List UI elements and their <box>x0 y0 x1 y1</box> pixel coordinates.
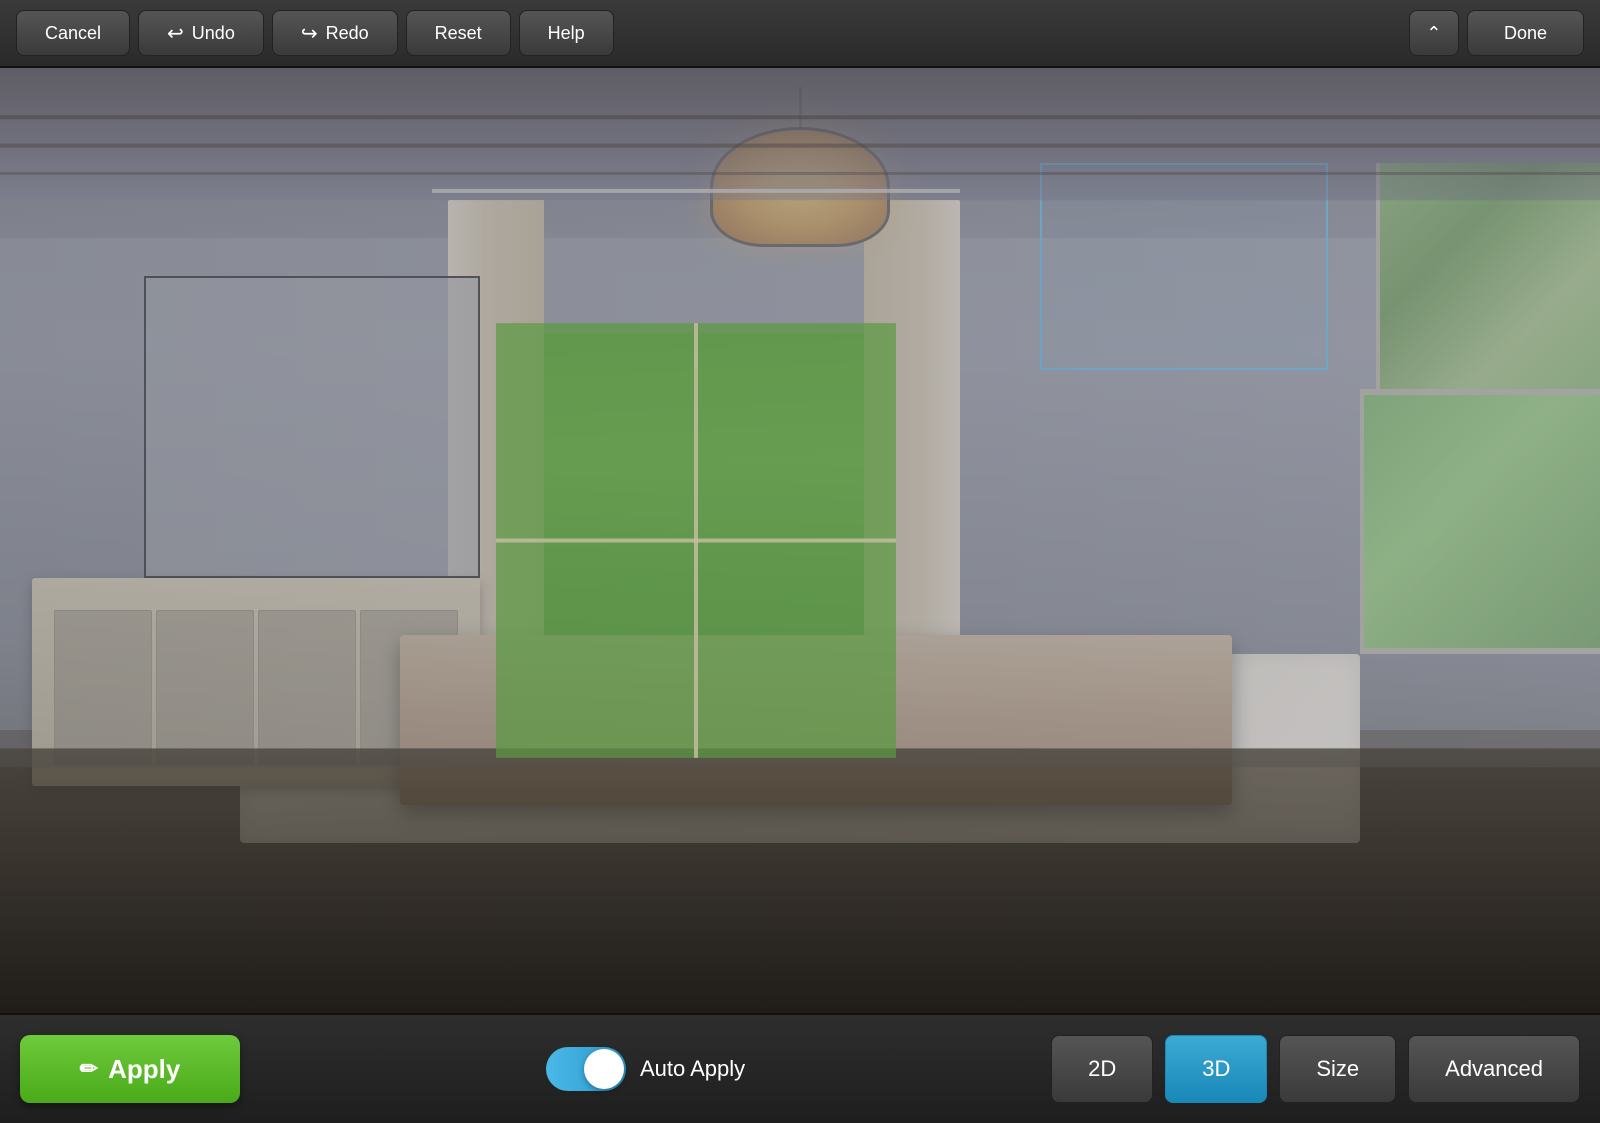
scene-area[interactable] <box>0 68 1600 1013</box>
help-button[interactable]: Help <box>519 10 614 56</box>
mode-3d-label: 3D <box>1202 1056 1230 1082</box>
cancel-label: Cancel <box>45 23 101 44</box>
cabinet-door-2 <box>156 610 254 766</box>
auto-apply-label: Auto Apply <box>640 1056 745 1082</box>
reset-button[interactable]: Reset <box>406 10 511 56</box>
redo-button[interactable]: ↪ Redo <box>272 10 398 56</box>
chandelier <box>710 87 890 247</box>
mode-2d-button[interactable]: 2D <box>1051 1035 1153 1103</box>
chevron-up-icon: ⌃ <box>1426 23 1441 44</box>
blue-selection-overlay[interactable] <box>1040 163 1328 371</box>
top-toolbar: Cancel ↩ Undo ↪ Redo Reset Help ⌃ Done <box>0 0 1600 68</box>
undo-label: Undo <box>192 23 235 44</box>
undo-button[interactable]: ↩ Undo <box>138 10 264 56</box>
done-button[interactable]: Done <box>1467 10 1584 56</box>
cabinet-door-3 <box>258 610 356 766</box>
size-button[interactable]: Size <box>1279 1035 1396 1103</box>
wall-frame[interactable] <box>144 276 480 578</box>
help-label: Help <box>548 23 585 44</box>
window-right-mid <box>1360 389 1600 654</box>
pencil-icon: ✏ <box>80 1056 98 1082</box>
mode-2d-label: 2D <box>1088 1056 1116 1082</box>
mode-3d-button[interactable]: 3D <box>1165 1035 1267 1103</box>
sideboard-doors <box>54 610 457 766</box>
toggle-knob <box>584 1049 624 1089</box>
apply-label: Apply <box>108 1054 180 1085</box>
advanced-label: Advanced <box>1445 1056 1543 1081</box>
dining-table <box>400 635 1232 805</box>
chandelier-body <box>710 127 890 247</box>
auto-apply-area: Auto Apply <box>546 1047 745 1091</box>
redo-label: Redo <box>326 23 369 44</box>
collapse-button[interactable]: ⌃ <box>1409 10 1459 56</box>
apply-button[interactable]: ✏ Apply <box>20 1035 240 1103</box>
auto-apply-toggle[interactable] <box>546 1047 626 1091</box>
done-label: Done <box>1504 23 1547 43</box>
redo-icon: ↪ <box>301 21 318 46</box>
advanced-button[interactable]: Advanced <box>1408 1035 1580 1103</box>
bottom-toolbar: ✏ Apply Auto Apply 2D 3D Size Advanced <box>0 1013 1600 1123</box>
undo-icon: ↩ <box>167 21 184 46</box>
cabinet-door-1 <box>54 610 152 766</box>
chandelier-chain <box>799 87 802 127</box>
reset-label: Reset <box>435 23 482 44</box>
cancel-button[interactable]: Cancel <box>16 10 130 56</box>
size-label: Size <box>1316 1056 1359 1082</box>
